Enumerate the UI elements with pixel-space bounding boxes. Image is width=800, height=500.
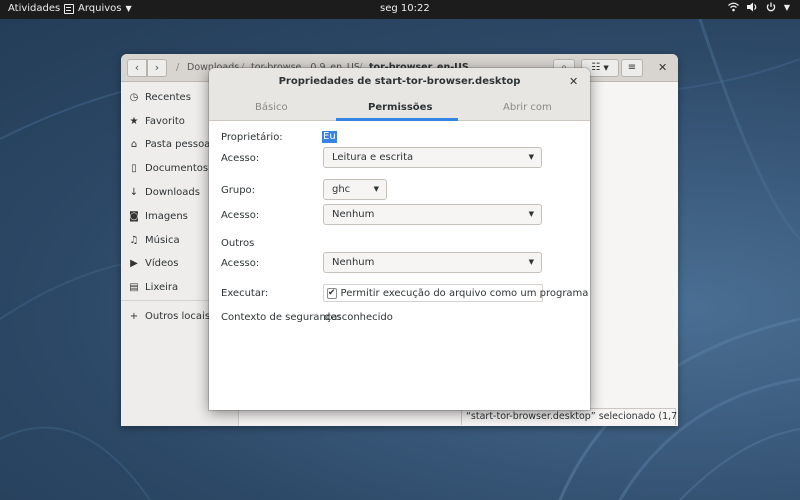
checkmark-icon: ✔ (328, 287, 336, 298)
owner-value[interactable]: Eu (322, 131, 337, 143)
sidebar-item-musica[interactable]: ♫ Música (129, 233, 180, 247)
selection-status: “start-tor-browser.desktop” selecionado … (461, 408, 678, 425)
caret-down-icon: ▼ (528, 153, 534, 161)
sidebar-item-lixeira[interactable]: ▤ Lixeira (129, 280, 178, 294)
sidebar-item-label: Pasta pessoal (145, 138, 214, 150)
close-icon[interactable]: ✕ (658, 61, 667, 74)
sidebar-item-recentes[interactable]: ◷ Recentes (129, 90, 191, 104)
sidebar-item-label: Documentos (145, 162, 209, 174)
caret-down-icon: ▼ (528, 210, 534, 218)
caret-down-icon: ▼ (603, 64, 609, 72)
files-app-icon (64, 3, 74, 14)
forward-button[interactable]: › (147, 59, 167, 77)
sidebar-item-label: Música (145, 234, 180, 246)
sidebar-item-label: Lixeira (145, 281, 179, 293)
close-icon[interactable]: ✕ (569, 75, 578, 88)
clock[interactable]: seg 10:22 (380, 3, 430, 14)
execute-checkbox-label: Permitir execução do arquivo como um pro… (340, 287, 589, 299)
sidebar-item-home[interactable]: ⌂ Pasta pessoal (129, 137, 213, 151)
video-icon: ▶ (130, 257, 138, 269)
sidebar-item-imagens[interactable]: ◙ Imagens (129, 209, 188, 223)
sidebar-item-videos[interactable]: ▶ Vídeos (129, 256, 178, 270)
caret-down-icon: ▼ (528, 258, 534, 266)
camera-icon: ◙ (129, 210, 139, 222)
wifi-icon (727, 2, 739, 12)
sidebar-item-outros-locais[interactable]: + Outros locais (129, 309, 210, 323)
activities-button[interactable]: Atividades (8, 3, 60, 14)
properties-dialog: Propriedades de start-tor-browser.deskto… (209, 68, 590, 410)
caret-down-icon: ▼ (783, 2, 790, 12)
group-access-value: Nenhum (332, 209, 375, 220)
owner-label: Proprietário: (221, 132, 283, 143)
owner-access-label: Acesso: (221, 153, 260, 164)
back-button[interactable]: ‹ (127, 59, 147, 77)
music-icon: ♫ (129, 234, 139, 246)
document-icon: ▯ (131, 162, 137, 174)
execute-label: Executar: (221, 288, 269, 299)
tab-basico[interactable]: Básico (255, 102, 288, 113)
menu-button[interactable]: ≡ (621, 59, 643, 77)
hamburger-menu-icon: ≡ (627, 62, 637, 73)
sidebar-item-downloads[interactable]: ↓ Downloads (129, 185, 200, 199)
group-label: Grupo: (221, 185, 256, 196)
execute-checkbox-row[interactable]: ✔ Permitir execução do arquivo como um p… (323, 284, 588, 302)
sidebar-item-label: Recentes (145, 91, 191, 103)
app-menu-button[interactable]: Arquivos ▼ (64, 3, 132, 14)
others-label: Outros (221, 238, 255, 249)
star-icon: ★ (129, 115, 139, 127)
group-value: ghc (332, 184, 351, 195)
top-bar: Atividades Arquivos ▼ seg 10:22 ▼ (0, 0, 800, 19)
volume-icon (746, 2, 757, 12)
sidebar-item-label: Imagens (145, 210, 188, 222)
group-access-dropdown[interactable]: Nenhum ▼ (323, 204, 542, 225)
sidebar-item-label: Outros locais (145, 310, 211, 322)
others-access-dropdown[interactable]: Nenhum ▼ (323, 252, 542, 273)
sidebar-item-label: Downloads (145, 186, 200, 198)
others-access-label: Acesso: (221, 258, 260, 269)
security-context-value: desconhecido (324, 312, 393, 323)
home-icon: ⌂ (130, 138, 138, 150)
tab-abrir-com[interactable]: Abrir com (503, 102, 552, 113)
power-icon (766, 2, 776, 12)
sidebar-item-label: Favorito (145, 115, 185, 127)
group-dropdown[interactable]: ghc ▼ (323, 179, 387, 200)
download-icon: ↓ (129, 186, 139, 198)
active-tab-indicator (336, 118, 458, 121)
owner-access-dropdown[interactable]: Leitura e escrita ▼ (323, 147, 542, 168)
plus-icon: + (129, 310, 139, 322)
caret-down-icon: ▼ (125, 4, 132, 13)
dialog-title: Propriedades de start-tor-browser.deskto… (209, 68, 590, 96)
tab-permissoes[interactable]: Permissões (368, 102, 432, 113)
path-separator-icon: / (176, 62, 180, 73)
security-context-label: Contexto de segurança: (221, 312, 341, 323)
execute-checkbox[interactable]: ✔ (327, 287, 337, 299)
list-view-icon: ☷ (591, 62, 601, 73)
owner-access-value: Leitura e escrita (332, 152, 414, 163)
sidebar-item-documentos[interactable]: ▯ Documentos (129, 161, 208, 175)
chevron-right-icon: › (154, 61, 160, 74)
app-menu-label: Arquivos (78, 3, 122, 14)
sidebar-item-favorito[interactable]: ★ Favorito (129, 114, 185, 128)
sidebar-item-label: Vídeos (145, 257, 179, 269)
trash-icon: ▤ (129, 281, 139, 293)
caret-down-icon: ▼ (373, 185, 379, 193)
group-access-label: Acesso: (221, 210, 260, 221)
others-access-value: Nenhum (332, 257, 375, 268)
system-tray[interactable]: ▼ (727, 2, 790, 12)
chevron-left-icon: ‹ (134, 61, 140, 74)
clock-icon: ◷ (129, 91, 139, 103)
